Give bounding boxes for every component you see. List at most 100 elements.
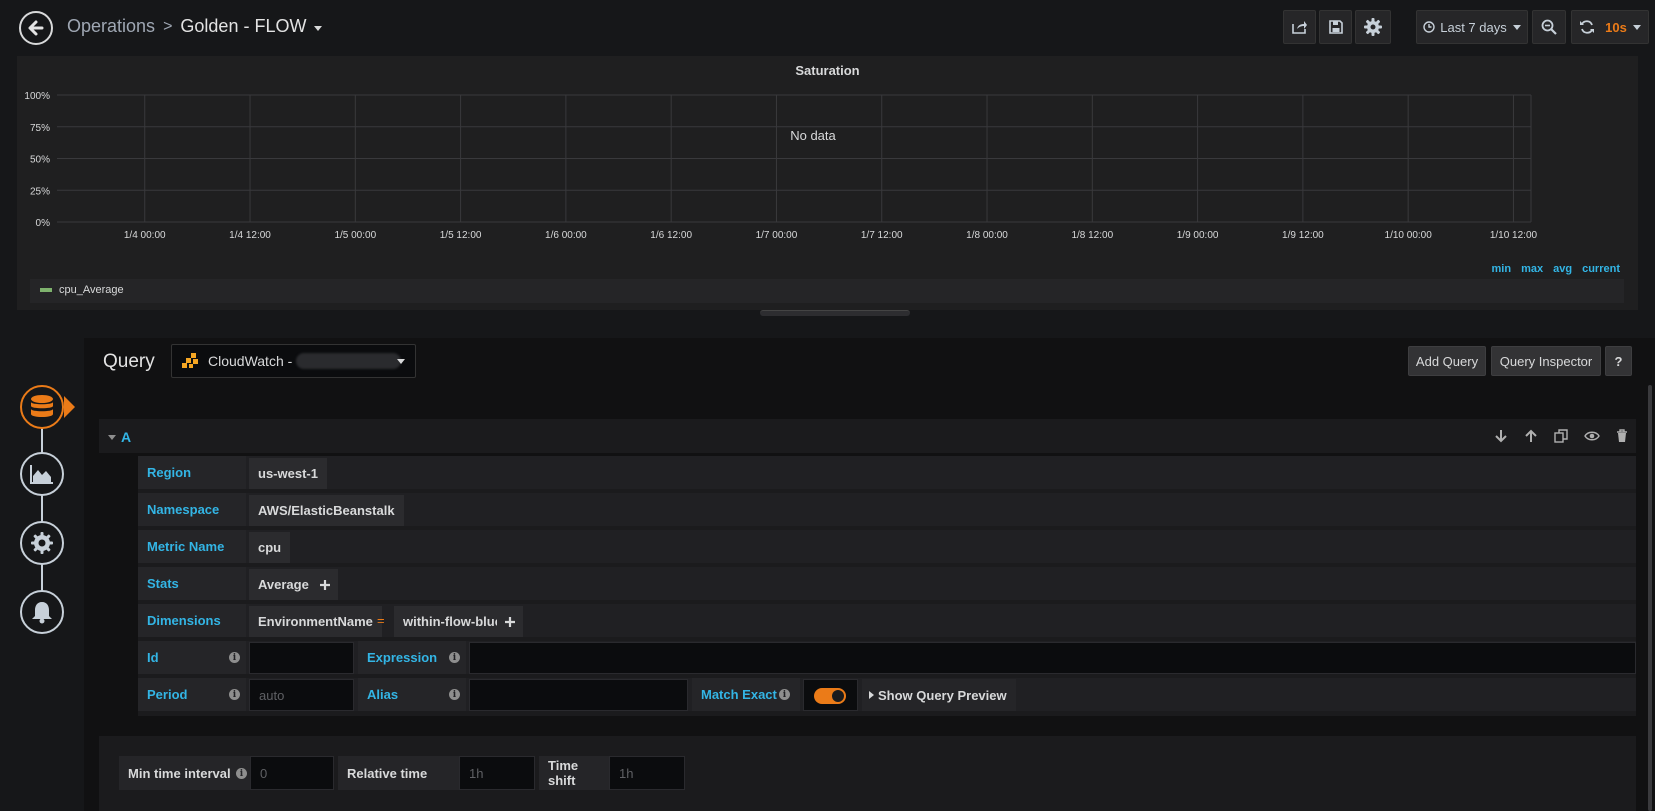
y-tick-label: 25% xyxy=(30,186,50,197)
relative-time-label: Relative time xyxy=(338,756,459,790)
info-icon[interactable]: i xyxy=(229,689,240,700)
breadcrumb-separator: > xyxy=(163,17,173,35)
add-query-button[interactable]: Add Query xyxy=(1408,346,1486,376)
eye-icon[interactable] xyxy=(1584,429,1600,443)
legend-stat-avg[interactable]: avg xyxy=(1553,263,1572,275)
caret-right-icon xyxy=(869,691,874,699)
wrench-gear-icon xyxy=(31,532,53,554)
x-tick-label: 1/6 12:00 xyxy=(650,230,692,241)
x-tick-label: 1/9 00:00 xyxy=(1177,230,1219,241)
plus-icon xyxy=(505,616,515,627)
legend-stat-headers: min max avg current xyxy=(1492,263,1620,275)
plus-icon xyxy=(320,579,330,590)
stats-select[interactable]: Average xyxy=(249,569,318,600)
x-tick-label: 1/5 12:00 xyxy=(440,230,482,241)
info-icon[interactable]: i xyxy=(449,652,460,663)
chart-plot-area: 100% 75% 50% 25% 0% 1/4 00:00 1/4 12:00 1/5 00:… xyxy=(24,91,1537,241)
duplicate-icon[interactable] xyxy=(1554,429,1568,443)
namespace-select[interactable]: AWS/ElasticBeanstalk xyxy=(249,495,404,526)
dimension-key-select[interactable]: EnvironmentName xyxy=(249,606,382,637)
queries-tab[interactable] xyxy=(20,385,64,429)
info-icon[interactable]: i xyxy=(236,768,247,779)
arrow-up-icon[interactable] xyxy=(1524,429,1538,443)
help-button[interactable]: ? xyxy=(1605,346,1632,376)
share-button[interactable] xyxy=(1283,10,1316,44)
period-alias-row: Period i auto Alias i Match Exact i Show… xyxy=(138,678,1636,711)
legend-stat-max[interactable]: max xyxy=(1521,263,1543,275)
breadcrumb-folder[interactable]: Operations xyxy=(67,16,155,37)
trash-icon[interactable] xyxy=(1616,429,1628,443)
query-inspector-button[interactable]: Query Inspector xyxy=(1491,346,1601,376)
no-data-message: No data xyxy=(790,128,836,143)
query-ref-id: A xyxy=(121,429,132,445)
cloudwatch-icon xyxy=(182,353,198,368)
x-tick-label: 1/9 12:00 xyxy=(1282,230,1324,241)
add-dimension-button[interactable] xyxy=(497,606,523,637)
visualization-tab[interactable] xyxy=(20,452,64,496)
save-button[interactable] xyxy=(1319,10,1352,44)
stats-row: Stats Average xyxy=(138,567,1636,600)
query-section-title: Query xyxy=(103,351,155,372)
period-input[interactable]: auto xyxy=(249,679,354,711)
x-tick-label: 1/4 12:00 xyxy=(229,230,271,241)
panel-resize-handle[interactable] xyxy=(760,310,910,316)
breadcrumb: Operations > Golden - FLOW xyxy=(67,16,323,37)
legend-item[interactable]: cpu_Average xyxy=(40,284,124,296)
expression-input[interactable] xyxy=(469,642,1636,674)
legend-stat-current[interactable]: current xyxy=(1582,263,1620,275)
caret-down-icon xyxy=(397,359,405,364)
y-tick-label: 75% xyxy=(30,123,50,134)
min-time-interval-input[interactable]: 0 xyxy=(250,756,334,790)
redacted-text xyxy=(296,353,402,369)
info-icon[interactable]: i xyxy=(229,652,240,663)
refresh-picker-button[interactable]: 10s xyxy=(1571,10,1649,44)
dashboard-settings-button[interactable] xyxy=(1355,10,1391,44)
general-tab[interactable] xyxy=(20,521,64,565)
caret-down-icon xyxy=(1512,24,1521,30)
region-select[interactable]: us-west-1 xyxy=(249,458,327,489)
region-label: Region xyxy=(138,456,246,489)
time-picker-button[interactable]: Last 7 days xyxy=(1416,10,1528,44)
refresh-interval-label: 10s xyxy=(1605,19,1627,35)
time-shift-label: Time shift xyxy=(539,756,609,790)
time-range-label: Last 7 days xyxy=(1440,19,1507,35)
region-row: Region us-west-1 xyxy=(138,456,1636,489)
relative-time-input[interactable]: 1h xyxy=(459,756,535,790)
zoom-out-button[interactable] xyxy=(1532,10,1566,44)
x-tick-label: 1/8 00:00 xyxy=(966,230,1008,241)
datasource-name: CloudWatch - xyxy=(208,353,293,369)
datasource-picker[interactable]: CloudWatch - xyxy=(171,344,416,378)
x-tick-label: 1/5 00:00 xyxy=(334,230,376,241)
legend-stat-min[interactable]: min xyxy=(1492,263,1512,275)
series-color-swatch[interactable] xyxy=(40,288,52,292)
show-query-preview-toggle[interactable]: Show Query Preview xyxy=(862,679,1016,711)
top-navbar: Operations > Golden - FLOW Last 7 days 1… xyxy=(0,0,1655,54)
time-shift-input[interactable]: 1h xyxy=(609,756,685,790)
graph-panel: Saturation 100% 75% 50% 25% 0% 1/4 00:00 1/4 1… xyxy=(17,56,1638,310)
zoom-out-icon xyxy=(1541,19,1557,35)
dashboard-title[interactable]: Golden - FLOW xyxy=(180,16,306,37)
dimension-value-select[interactable]: within-flow-blue xyxy=(394,606,511,637)
id-input[interactable] xyxy=(249,642,354,674)
dimension-operator: = xyxy=(377,613,385,628)
editor-scrollbar[interactable] xyxy=(1648,385,1652,811)
query-options: Min time interval i 0 Relative time 1h T… xyxy=(99,736,1636,811)
caret-down-icon xyxy=(1632,24,1641,30)
match-exact-switch[interactable] xyxy=(814,688,846,704)
arrow-down-icon[interactable] xyxy=(1494,429,1508,443)
info-icon[interactable]: i xyxy=(449,689,460,700)
y-tick-label: 50% xyxy=(30,155,50,166)
query-row-toggle[interactable]: A xyxy=(108,429,131,445)
info-icon[interactable]: i xyxy=(779,689,790,700)
metric-name-select[interactable]: cpu xyxy=(249,532,291,563)
show-query-preview-label: Show Query Preview xyxy=(878,687,1007,703)
back-button[interactable] xyxy=(19,11,53,45)
alias-input[interactable] xyxy=(469,679,688,711)
alert-tab[interactable] xyxy=(20,590,64,634)
caret-down-icon xyxy=(108,434,116,440)
dimensions-row: Dimensions EnvironmentName = within-flow… xyxy=(138,604,1636,637)
switch-knob xyxy=(832,690,844,702)
caret-down-icon[interactable] xyxy=(314,25,323,31)
add-stat-button[interactable] xyxy=(312,569,338,600)
namespace-label: Namespace xyxy=(138,493,246,526)
